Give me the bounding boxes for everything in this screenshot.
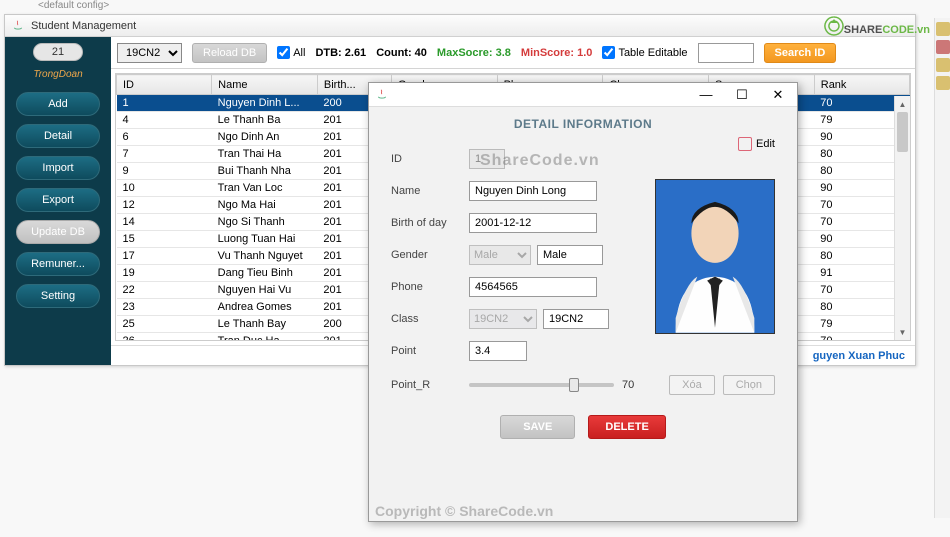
field-class[interactable] xyxy=(543,309,609,329)
label-pointr: Point_R xyxy=(391,379,469,391)
chon-button[interactable]: Chọn xyxy=(723,375,775,395)
delete-button[interactable]: DELETE xyxy=(588,415,665,439)
field-gender[interactable] xyxy=(537,245,603,265)
label-birth: Birth of day xyxy=(391,217,469,229)
table-editable-checkbox[interactable] xyxy=(602,46,615,59)
col-id[interactable]: ID xyxy=(117,75,212,95)
detail-button[interactable]: Detail xyxy=(16,124,100,148)
pointr-value: 70 xyxy=(622,379,634,391)
scroll-down-icon[interactable]: ▼ xyxy=(895,324,910,340)
select-gender: Male xyxy=(469,245,531,265)
watermark-mid: ShareCode.vn xyxy=(480,152,600,170)
badge-count: 21 xyxy=(33,43,83,61)
stat-dtb: DTB: 2.61 xyxy=(315,47,366,59)
java-icon xyxy=(375,88,389,102)
all-checkbox[interactable] xyxy=(277,46,290,59)
label-name: Name xyxy=(391,185,469,197)
xoa-button[interactable]: Xóa xyxy=(669,375,715,395)
stat-min: MinScore: 1.0 xyxy=(521,47,593,59)
field-point[interactable] xyxy=(469,341,527,361)
update-db-button[interactable]: Update DB xyxy=(16,220,100,244)
pointr-slider[interactable] xyxy=(469,383,614,387)
remuner-button[interactable]: Remuner... xyxy=(16,252,100,276)
label-gender: Gender xyxy=(391,249,469,261)
dialog-heading: DETAIL INFORMATION xyxy=(391,117,775,131)
select-class: 19CN2 xyxy=(469,309,537,329)
dialog-titlebar: — ☐ ✕ xyxy=(369,83,797,107)
window-title: Student Management xyxy=(31,20,136,32)
edit-toggle[interactable]: Edit xyxy=(738,137,775,151)
user-label: TrongDoan xyxy=(33,69,82,80)
ide-right-strip xyxy=(934,18,950,518)
scroll-thumb[interactable] xyxy=(897,112,908,152)
java-icon xyxy=(11,19,25,33)
close-icon[interactable]: ✕ xyxy=(761,85,795,105)
maximize-icon[interactable]: ☐ xyxy=(725,85,759,105)
student-photo xyxy=(655,179,775,334)
sidebar: 21 TrongDoan Add Detail Import Export Up… xyxy=(5,37,111,365)
import-button[interactable]: Import xyxy=(16,156,100,180)
top-hint: <default config> xyxy=(38,0,109,11)
setting-button[interactable]: Setting xyxy=(16,284,100,308)
all-checkbox-label[interactable]: All xyxy=(277,46,305,59)
add-button[interactable]: Add xyxy=(16,92,100,116)
save-button[interactable]: SAVE xyxy=(500,415,575,439)
label-id: ID xyxy=(391,153,469,165)
slider-thumb[interactable] xyxy=(569,378,579,392)
brand-watermark: SHARECODE.vn xyxy=(824,16,930,38)
stat-count: Count: 40 xyxy=(376,47,427,59)
label-point: Point xyxy=(391,345,469,357)
watermark-bottom: Copyright © ShareCode.vn xyxy=(375,503,553,519)
field-birth[interactable] xyxy=(469,213,597,233)
stat-max: MaxSocre: 3.8 xyxy=(437,47,511,59)
table-editable-label[interactable]: Table Editable xyxy=(602,46,687,59)
field-name[interactable] xyxy=(469,181,597,201)
field-phone[interactable] xyxy=(469,277,597,297)
col-rank[interactable]: Rank xyxy=(814,75,909,95)
toolbar: 19CN2 Reload DB All DTB: 2.61 Count: 40 … xyxy=(111,37,915,69)
col-name[interactable]: Name xyxy=(212,75,318,95)
minimize-icon[interactable]: — xyxy=(689,85,723,105)
export-button[interactable]: Export xyxy=(16,188,100,212)
class-select[interactable]: 19CN2 xyxy=(117,43,182,63)
main-titlebar: Student Management xyxy=(5,15,915,37)
scroll-up-icon[interactable]: ▲ xyxy=(895,96,910,112)
label-class: Class xyxy=(391,313,469,325)
search-input[interactable] xyxy=(698,43,754,63)
search-id-button[interactable]: Search ID xyxy=(764,43,837,63)
reload-db-button[interactable]: Reload DB xyxy=(192,43,267,63)
detail-dialog: — ☐ ✕ DETAIL INFORMATION Edit ID Name xyxy=(368,82,798,522)
label-phone: Phone xyxy=(391,281,469,293)
table-scrollbar[interactable]: ▲ ▼ xyxy=(894,96,910,340)
edit-checkbox[interactable] xyxy=(738,137,752,151)
